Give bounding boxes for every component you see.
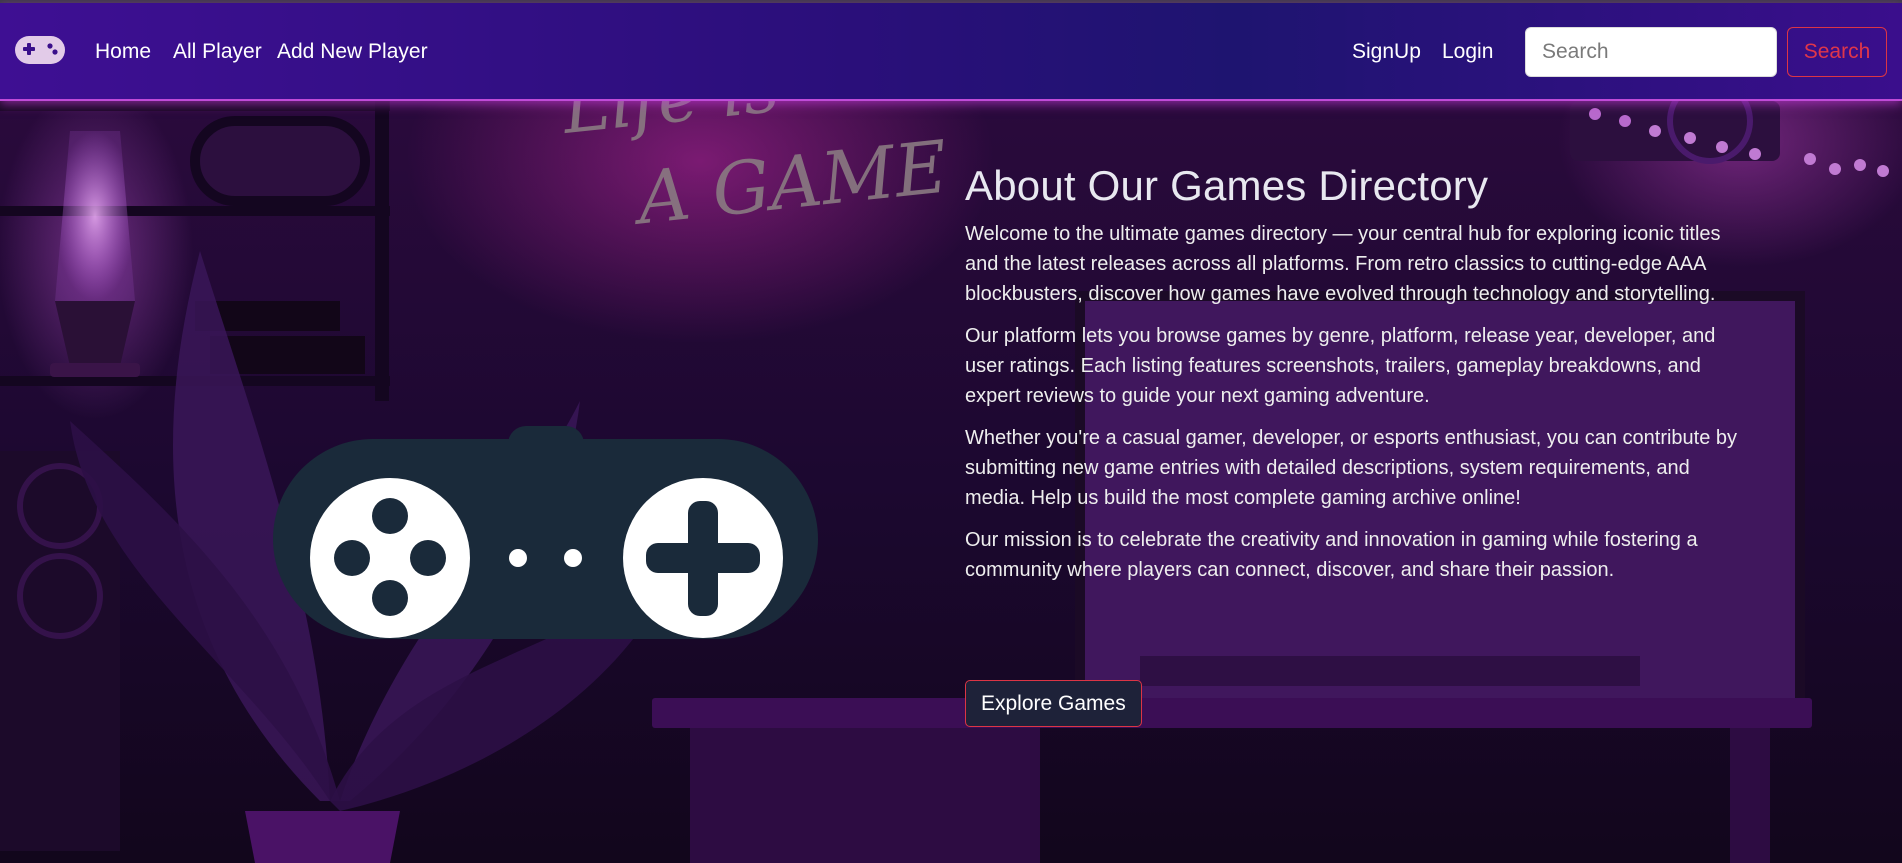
about-paragraph-3: Whether you're a casual gamer, developer… <box>965 427 1738 509</box>
svg-text:Life is: Life is <box>557 101 783 150</box>
nav-link-signup[interactable]: SignUp <box>1352 39 1421 65</box>
gamepad-icon[interactable] <box>14 33 66 67</box>
about-paragraph-2: Our platform lets you browse games by ge… <box>965 325 1716 407</box>
explore-games-button[interactable]: Explore Games <box>965 680 1142 727</box>
nav-link-login[interactable]: Login <box>1442 39 1493 65</box>
about-paragraph-1: Welcome to the ultimate games directory … <box>965 223 1721 305</box>
search-button[interactable]: Search <box>1787 27 1887 77</box>
nav-link-home[interactable]: Home <box>95 39 151 65</box>
gamepad-icon <box>273 426 818 639</box>
nav-link-all-player[interactable]: All Player <box>173 39 262 65</box>
nav-link-add-new-player[interactable]: Add New Player <box>277 39 428 65</box>
svg-text:A GAME: A GAME <box>628 124 952 241</box>
hero-section: Life is A GAME <box>0 101 1902 863</box>
navbar: Home All Player Add New Player SignUp Lo… <box>0 3 1902 101</box>
about-content: About Our Games Directory Welcome to the… <box>965 161 1745 585</box>
about-paragraph-4: Our mission is to celebrate the creativi… <box>965 529 1698 581</box>
search-input[interactable] <box>1525 27 1777 77</box>
page-title: About Our Games Directory <box>965 162 1489 209</box>
